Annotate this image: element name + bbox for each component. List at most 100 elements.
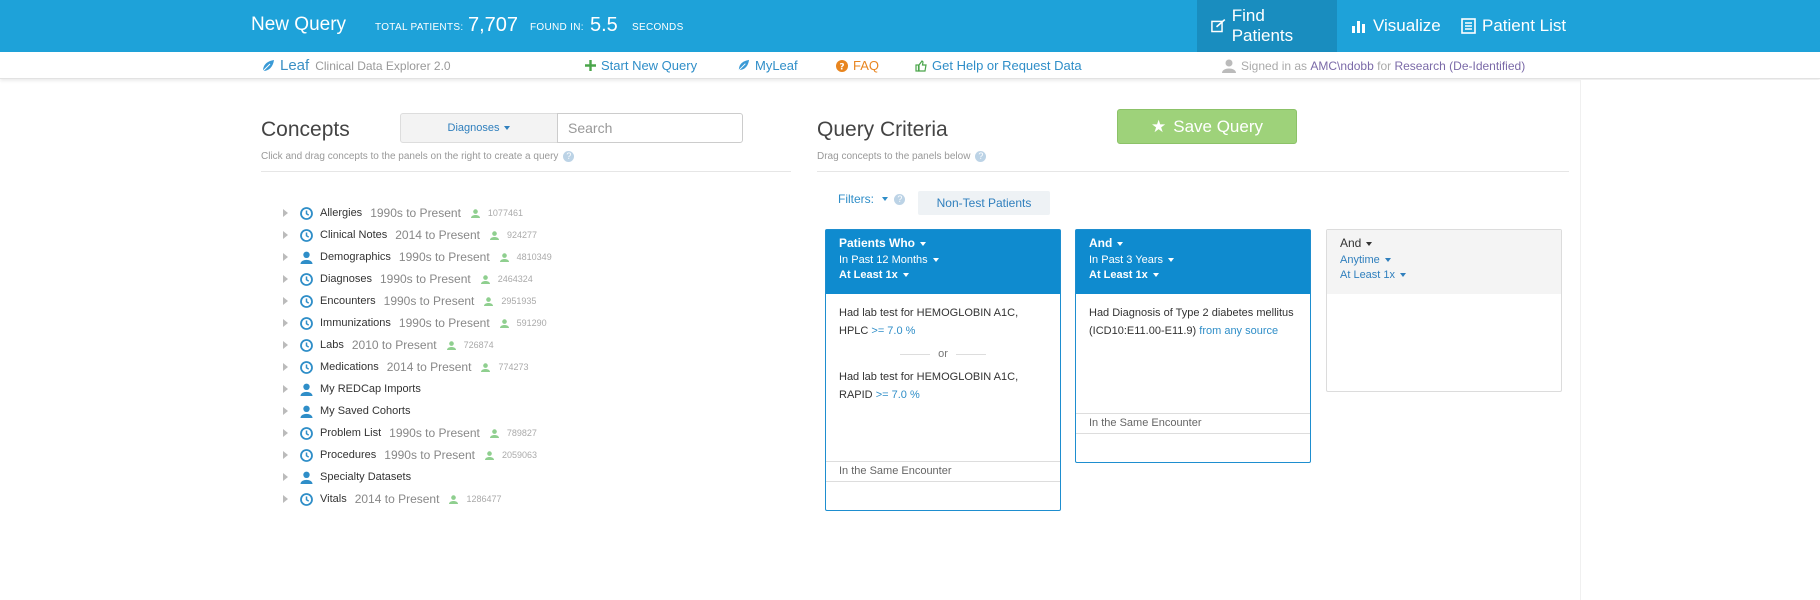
expand-arrow-icon[interactable] — [283, 209, 288, 217]
criterion-item[interactable]: Had lab test for HEMOGLOBIN A1C, RAPID >… — [826, 368, 1060, 404]
expand-arrow-icon[interactable] — [283, 341, 288, 349]
concept-tree-item[interactable]: Immunizations 1990s to Present 591290 — [280, 312, 780, 334]
concept-tree-item[interactable]: Specialty Datasets — [280, 466, 780, 488]
expand-arrow-icon[interactable] — [283, 297, 288, 305]
clock-icon — [300, 316, 313, 330]
concept-tree-item[interactable]: My REDCap Imports — [280, 378, 780, 400]
concept-patient-count: 2059063 — [485, 450, 537, 460]
concept-tree-item[interactable]: Problem List 1990s to Present 789827 — [280, 422, 780, 444]
person-icon — [446, 340, 460, 350]
concept-date-range: 2010 to Present — [351, 338, 437, 352]
query-panel-1[interactable]: Patients Who In Past 12 Months At Least … — [825, 229, 1061, 511]
panel-timeframe-dropdown[interactable]: In Past 3 Years — [1089, 254, 1297, 266]
svg-text:?: ? — [839, 62, 844, 72]
person-icon — [449, 494, 462, 504]
panel-count-dropdown[interactable]: At Least 1x — [1340, 269, 1548, 281]
expand-arrow-icon[interactable] — [283, 253, 288, 261]
clock-icon — [300, 338, 313, 352]
help-icon[interactable]: ? — [975, 151, 987, 162]
concept-date-range: 1990s to Present — [398, 250, 490, 264]
panel-timeframe-dropdown[interactable]: Anytime — [1340, 254, 1548, 266]
tab-visualize[interactable]: Visualize — [1337, 0, 1455, 52]
concept-tree-item[interactable]: Clinical Notes 2014 to Present 924277 — [280, 224, 780, 246]
get-help-link[interactable]: Get Help or Request Data — [915, 58, 1082, 73]
expand-arrow-icon[interactable] — [283, 363, 288, 371]
expand-arrow-icon[interactable] — [283, 275, 288, 283]
concept-tree-item[interactable]: Allergies 1990s to Present 1077461 — [280, 202, 780, 224]
tab-patient-list[interactable]: Patient List — [1447, 0, 1580, 52]
concept-name: Procedures — [320, 449, 377, 461]
concept-tree-item[interactable]: Demographics 1990s to Present 4810349 — [280, 246, 780, 268]
help-icon[interactable]: ? — [563, 151, 575, 162]
expand-arrow-icon[interactable] — [283, 385, 288, 393]
myleaf-link[interactable]: MyLeaf — [737, 58, 798, 73]
expand-arrow-icon[interactable] — [283, 495, 288, 503]
concept-tree-item[interactable]: Procedures 1990s to Present 2059063 — [280, 444, 780, 466]
concept-name: Diagnoses — [320, 273, 372, 285]
expand-arrow-icon[interactable] — [283, 429, 288, 437]
query-panel-2[interactable]: And In Past 3 Years At Least 1x Had Diag… — [1075, 229, 1311, 463]
concept-category-dropdown[interactable]: Diagnoses — [400, 113, 558, 143]
filter-non-test-patients[interactable]: Non-Test Patients — [918, 191, 1050, 215]
tab-label: Find Patients — [1231, 6, 1294, 45]
concept-tree: Allergies 1990s to Present 1077461 Clinical… — [280, 202, 780, 510]
tab-find-patients[interactable]: Find Patients — [1197, 0, 1337, 52]
expand-arrow-icon[interactable] — [283, 319, 288, 327]
same-encounter-toggle[interactable]: In the Same Encounter — [826, 461, 1060, 482]
concept-date-range: 1990s to Present — [384, 448, 475, 462]
concept-tree-item[interactable]: Encounters 1990s to Present 2951935 — [280, 290, 780, 312]
expand-arrow-icon[interactable] — [283, 231, 288, 239]
concept-tree-item[interactable]: Labs 2010 to Present 726874 — [280, 334, 780, 356]
panel-inclusion-dropdown[interactable]: Patients Who — [839, 236, 1047, 250]
signed-in-info: Signed in as AMC\ndobb for Research (De-… — [1222, 59, 1525, 73]
concept-name: Medications — [320, 361, 379, 373]
faq-link[interactable]: ? FAQ — [836, 58, 879, 73]
help-icon[interactable]: ? — [894, 193, 906, 205]
panel-header: And Anytime At Least 1x — [1327, 230, 1561, 294]
concept-search-input[interactable] — [557, 113, 743, 143]
expand-arrow-icon[interactable] — [283, 451, 288, 459]
concept-name: Specialty Datasets — [320, 471, 412, 483]
concept-tree-item[interactable]: Vitals 2014 to Present 1286477 — [280, 488, 780, 510]
clock-icon — [300, 294, 313, 308]
criterion-value-link[interactable]: >= 7.0 % — [876, 389, 920, 401]
or-separator: or — [826, 348, 1060, 360]
divider — [817, 171, 1569, 172]
concept-patient-count: 1077461 — [470, 208, 523, 218]
concept-patient-count: 591290 — [499, 318, 547, 328]
clock-icon — [300, 360, 313, 374]
concept-patient-count: 774273 — [481, 362, 528, 372]
panel-timeframe-dropdown[interactable]: In Past 12 Months — [839, 254, 1047, 266]
panel-count-dropdown[interactable]: At Least 1x — [839, 269, 1047, 281]
save-query-button[interactable]: ★ Save Query — [1117, 109, 1297, 144]
same-encounter-toggle[interactable]: In the Same Encounter — [1076, 413, 1310, 434]
criterion-item[interactable]: Had lab test for HEMOGLOBIN A1C, HPLC >=… — [826, 304, 1060, 340]
criterion-value-link[interactable]: from any source — [1199, 325, 1278, 337]
concept-date-range: 1990s to Present — [370, 206, 461, 220]
person-icon — [484, 296, 497, 306]
query-panel-3[interactable]: And Anytime At Least 1x — [1326, 229, 1562, 392]
concept-tree-item[interactable]: Medications 2014 to Present 774273 — [280, 356, 780, 378]
filters-dropdown[interactable]: Filters: ? — [838, 192, 906, 206]
concepts-title: Concepts — [261, 118, 350, 141]
criterion-value-link[interactable]: >= 7.0 % — [871, 325, 915, 337]
page-title: New Query — [251, 14, 347, 35]
panel-inclusion-dropdown[interactable]: And — [1089, 236, 1297, 250]
expand-arrow-icon[interactable] — [283, 473, 288, 481]
tab-label: Patient List — [1482, 16, 1567, 35]
concepts-hint: Click and drag concepts to the panels on… — [261, 151, 575, 162]
expand-arrow-icon[interactable] — [283, 407, 288, 415]
criterion-item[interactable]: Had Diagnosis of Type 2 diabetes mellitu… — [1076, 304, 1310, 340]
concept-patient-count: 924277 — [489, 230, 537, 240]
total-patients-value: 7,707 — [468, 14, 519, 36]
concept-tree-item[interactable]: My Saved Cohorts — [280, 400, 780, 422]
concept-tree-item[interactable]: Diagnoses 1990s to Present 2464324 — [280, 268, 780, 290]
panel-count-dropdown[interactable]: At Least 1x — [1089, 269, 1297, 281]
panel-inclusion-dropdown[interactable]: And — [1340, 236, 1548, 250]
query-criteria-title: Query Criteria — [817, 118, 948, 141]
right-margin — [1580, 80, 1820, 600]
concept-name: My Saved Cohorts — [320, 405, 411, 417]
clock-icon — [300, 228, 313, 242]
start-new-query-link[interactable]: Start New Query — [585, 58, 697, 73]
concept-name: Immunizations — [320, 317, 391, 329]
